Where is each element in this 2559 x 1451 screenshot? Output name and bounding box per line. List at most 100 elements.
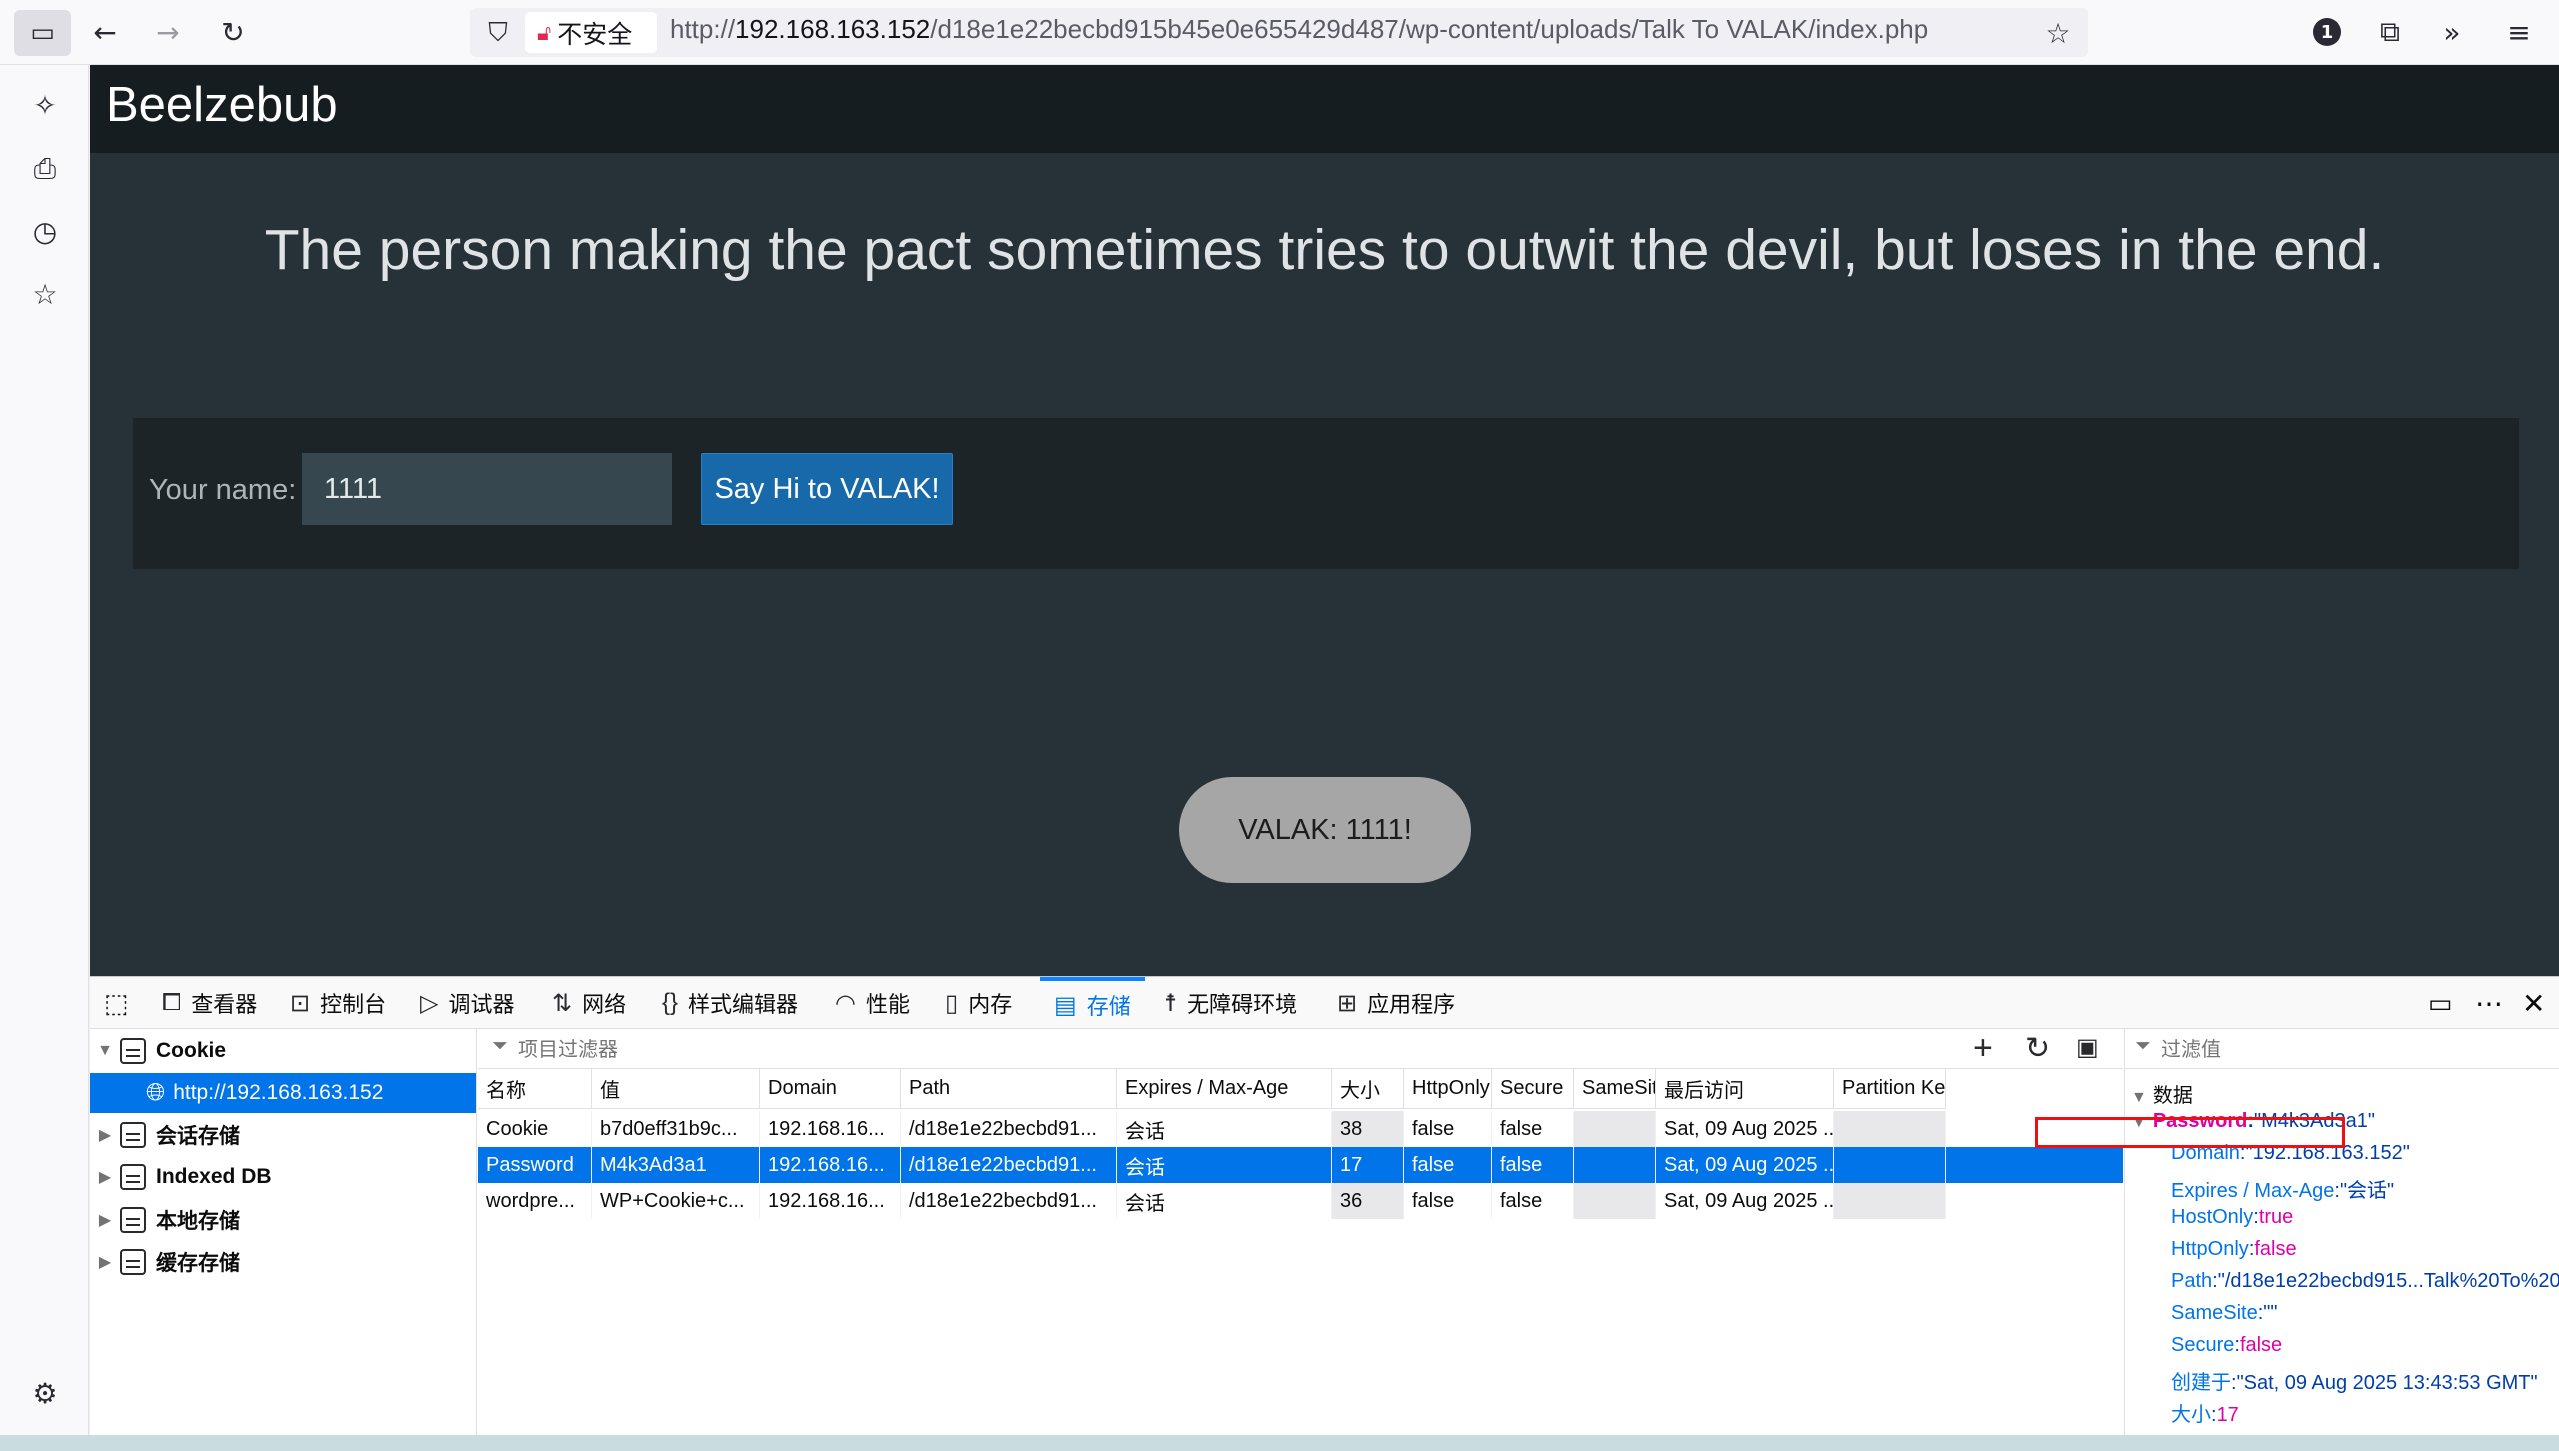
- name-input[interactable]: [302, 453, 672, 525]
- inspector-icon: ⧠: [162, 989, 182, 1016]
- table-cell: 192.168.16...: [760, 1111, 901, 1147]
- tab-network[interactable]: ⇅ 网络: [552, 977, 626, 1029]
- performance-icon: ◠: [835, 989, 856, 1017]
- detail-httponly[interactable]: HttpOnly:false: [2171, 1238, 2297, 1261]
- detail-value: "会话": [2339, 1180, 2395, 1202]
- toggle-sidebar-icon[interactable]: ▣: [2076, 1033, 2099, 1062]
- extensions-icon[interactable]: ⧉: [2370, 12, 2410, 52]
- tree-session-storage[interactable]: ▶ 会话存储: [90, 1115, 476, 1155]
- brand-title[interactable]: Beelzebub: [106, 77, 338, 133]
- detail-path[interactable]: Path:"/d18e1e22becbd915...Talk%20To%20VA…: [2171, 1270, 2559, 1293]
- detail-section-label: 数据: [2152, 1085, 2193, 1107]
- detail-value: true: [2258, 1206, 2294, 1228]
- tree-indexed-db[interactable]: ▶ Indexed DB: [90, 1157, 476, 1197]
- tab-debugger[interactable]: ▷ 调试器: [420, 977, 514, 1029]
- tab-memory[interactable]: ▯ 内存: [945, 977, 1012, 1029]
- bookmarks-star-icon[interactable]: ☆: [25, 274, 65, 314]
- tree-local-storage[interactable]: ▶ 本地存储: [90, 1200, 476, 1240]
- forward-icon[interactable]: →: [148, 12, 188, 52]
- style-editor-icon: {}: [662, 989, 679, 1016]
- url-text[interactable]: http://192.168.163.152/d18e1e22becbd915b…: [670, 14, 1928, 45]
- tree-label: 会话存储: [156, 1125, 240, 1148]
- extension-badge: 1: [2313, 18, 2341, 46]
- extension-badge-icon[interactable]: 1: [2307, 12, 2347, 52]
- element-picker-icon[interactable]: ⬚: [104, 977, 129, 1029]
- tab-inspector[interactable]: ⧠ 查看器: [162, 977, 257, 1029]
- tab-label: 网络: [582, 992, 627, 1017]
- detail-size[interactable]: 大小:17: [2171, 1398, 2239, 1427]
- detail-section-header[interactable]: ▼ 数据: [2131, 1079, 2193, 1108]
- detail-value: false: [2239, 1334, 2283, 1356]
- column-header[interactable]: 值: [592, 1069, 760, 1109]
- tab-style-editor[interactable]: {} 样式编辑器: [662, 977, 798, 1029]
- collapsed-arrow-icon[interactable]: ▶: [90, 1167, 120, 1187]
- insecure-indicator[interactable]: 🔓︎ 不安全: [525, 12, 657, 53]
- star-icon[interactable]: ☆: [2038, 13, 2078, 53]
- tree-label: Cookie: [156, 1039, 227, 1062]
- detail-created[interactable]: 创建于:"Sat, 09 Aug 2025 13:43:53 GMT": [2171, 1366, 2538, 1395]
- detail-secure[interactable]: Secure:false: [2171, 1334, 2282, 1357]
- tree-cookies[interactable]: ▼ Cookie: [90, 1031, 476, 1071]
- table-cell: false: [1492, 1111, 1574, 1147]
- column-header[interactable]: SameSite: [1574, 1069, 1656, 1109]
- tab-performance[interactable]: ◠ 性能: [835, 977, 910, 1029]
- table-cell: [1574, 1183, 1656, 1219]
- expanded-arrow-icon[interactable]: ▼: [90, 1042, 120, 1060]
- dock-toggle-icon[interactable]: ▭: [2428, 977, 2453, 1029]
- status-strip: [0, 1435, 2559, 1451]
- detail-key: SameSite: [2171, 1302, 2258, 1324]
- column-header[interactable]: 最后访问: [1656, 1069, 1834, 1109]
- column-header[interactable]: Secure: [1492, 1069, 1574, 1109]
- detail-key: Expires / Max-Age: [2171, 1180, 2335, 1202]
- settings-gear-icon[interactable]: ⚙: [25, 1373, 65, 1413]
- table-row[interactable]: Password M4k3Ad3a1 192.168.16.../d18e1e22b…: [478, 1147, 2123, 1183]
- refresh-icon[interactable]: ↻: [2025, 1031, 2050, 1066]
- say-hi-button[interactable]: Say Hi to VALAK!: [701, 453, 953, 525]
- add-item-icon[interactable]: +: [1973, 1029, 1993, 1068]
- cookie-table-area: ⏷ + ↻ ▣ 名称值DomainPathExpires / Max-Age大小…: [478, 1029, 2123, 1436]
- tab-label: 性能: [865, 992, 910, 1017]
- column-header[interactable]: Partition Key: [1834, 1069, 1946, 1109]
- detail-hostonly[interactable]: HostOnly:true: [2171, 1206, 2293, 1229]
- shield-icon[interactable]: ⛉: [478, 13, 518, 53]
- reload-icon[interactable]: ↻: [213, 12, 253, 52]
- collapsed-arrow-icon[interactable]: ▶: [90, 1252, 120, 1272]
- collapsed-arrow-icon[interactable]: ▶: [90, 1125, 120, 1145]
- column-header[interactable]: Path: [901, 1069, 1117, 1109]
- tab-label: 无障碍环境: [1187, 992, 1298, 1017]
- collapsed-arrow-icon[interactable]: ▶: [90, 1210, 120, 1230]
- tab-label: 调试器: [448, 992, 515, 1017]
- tab-application[interactable]: ⊞ 应用程序: [1337, 977, 1455, 1029]
- column-header[interactable]: 名称: [478, 1069, 592, 1109]
- tab-accessibility[interactable]: ☨ 无障碍环境: [1164, 977, 1297, 1029]
- table-cell: [1834, 1111, 1946, 1147]
- detail-key: 大小: [2171, 1404, 2211, 1426]
- tree-cache-storage[interactable]: ▶ 缓存存储: [90, 1242, 476, 1282]
- detail-samesite[interactable]: SameSite:"": [2171, 1302, 2277, 1325]
- table-cell: Cookie: [478, 1111, 592, 1147]
- column-header[interactable]: 大小: [1332, 1069, 1404, 1109]
- detail-filterbar: ⏷: [2125, 1029, 2559, 1069]
- items-filter-input[interactable]: [488, 1036, 1888, 1064]
- tree-cookie-host[interactable]: 🌐︎ http://192.168.163.152: [90, 1073, 476, 1113]
- tab-storage[interactable]: ▤ 存储: [1040, 977, 1145, 1029]
- table-cell: WP+Cookie+c...: [592, 1183, 760, 1219]
- values-filter-input[interactable]: [2161, 1036, 2541, 1064]
- column-header[interactable]: Expires / Max-Age: [1117, 1069, 1332, 1109]
- sidebar-toggle-icon[interactable]: ▭: [14, 10, 71, 56]
- back-icon[interactable]: ←: [85, 12, 125, 52]
- close-devtools-icon[interactable]: ✕: [2522, 977, 2545, 1029]
- column-header[interactable]: HttpOnly: [1404, 1069, 1492, 1109]
- column-header[interactable]: Domain: [760, 1069, 901, 1109]
- table-row[interactable]: Cookie b7d0eff31b9c... 192.168.16.../d18e1…: [478, 1111, 2123, 1147]
- table-row[interactable]: wordpre... WP+Cookie+c... 192.168.16.../d1…: [478, 1183, 2123, 1219]
- overflow-chevron-icon[interactable]: »: [2432, 12, 2472, 52]
- valak-reply: VALAK: 1111!: [1179, 777, 1471, 883]
- synced-tabs-icon[interactable]: ⎙: [25, 149, 65, 189]
- detail-expires[interactable]: Expires / Max-Age:"会话": [2171, 1174, 2394, 1203]
- history-icon[interactable]: ◷: [25, 211, 65, 251]
- more-options-icon[interactable]: ⋯: [2475, 977, 2503, 1029]
- menu-icon[interactable]: ≡: [2499, 12, 2539, 52]
- ai-sparkle-icon[interactable]: ✧: [25, 85, 65, 125]
- tab-console[interactable]: ⊡ 控制台: [290, 977, 386, 1029]
